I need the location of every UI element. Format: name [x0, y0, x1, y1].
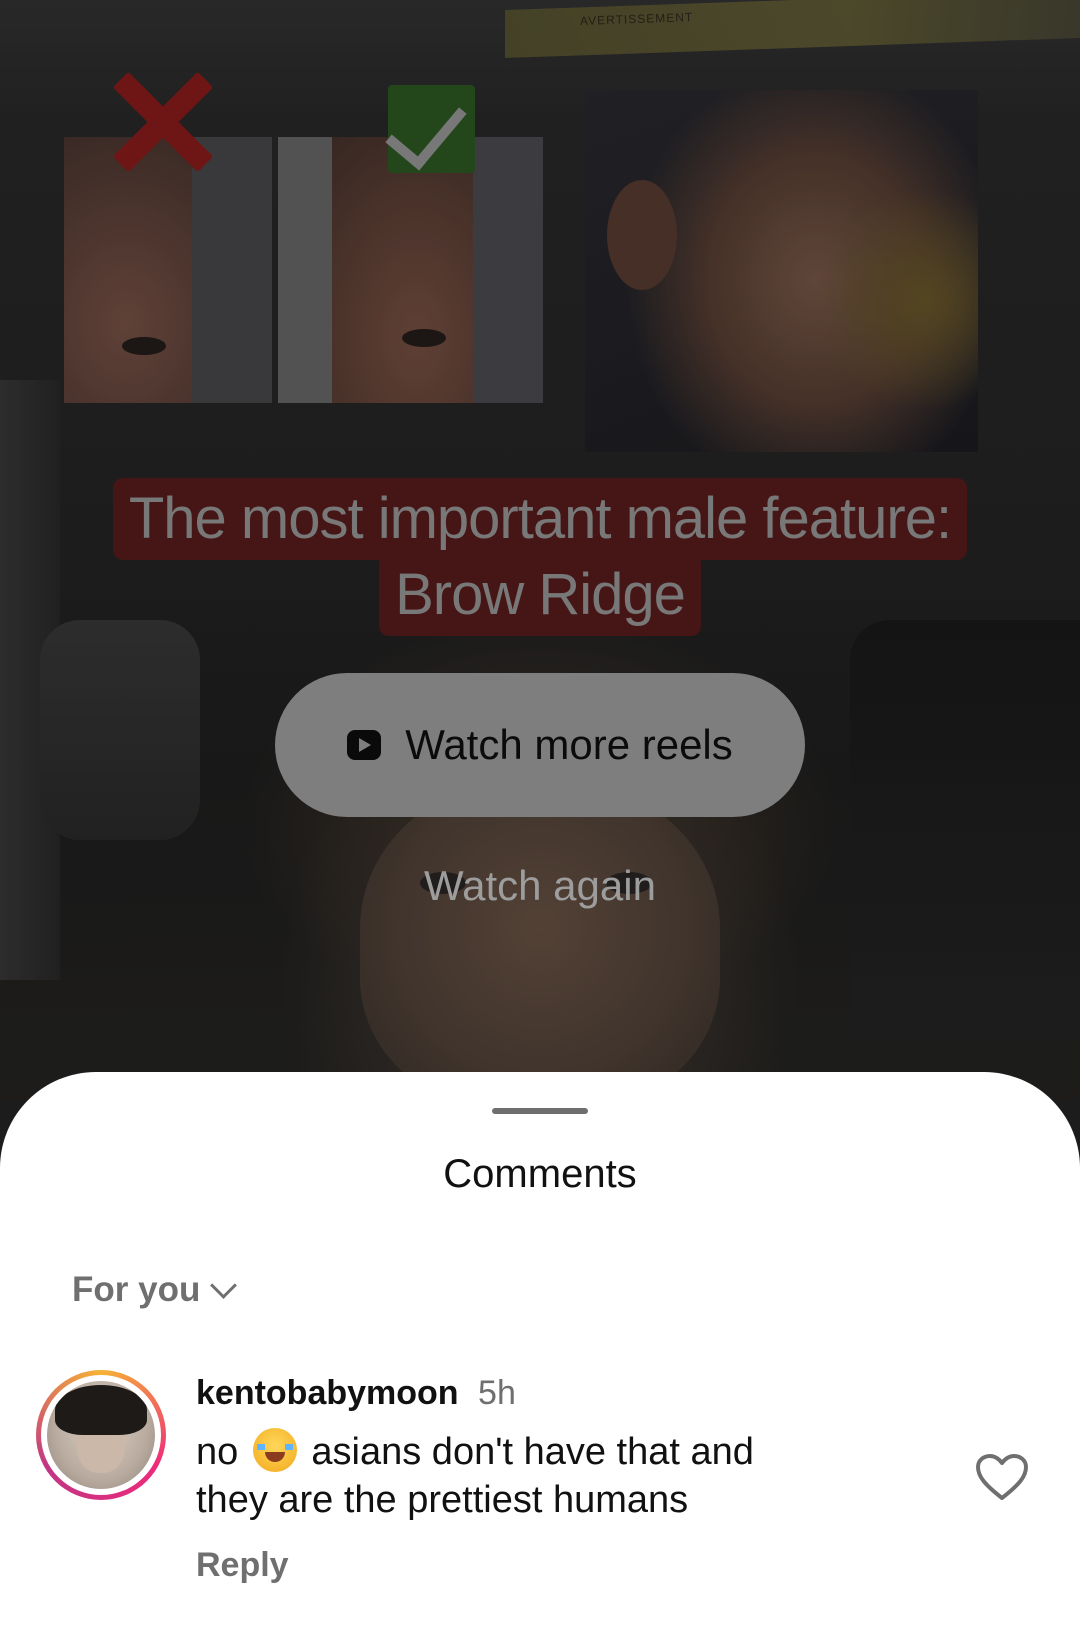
end-screen-overlay	[0, 0, 1080, 1100]
comment-sort-dropdown[interactable]: For you	[72, 1270, 238, 1310]
heart-outline-icon[interactable]	[976, 1454, 1028, 1502]
sort-label: For you	[72, 1270, 201, 1309]
avatar	[47, 1381, 155, 1489]
reel-play-icon	[347, 730, 382, 760]
watch-more-label: Watch more reels	[405, 721, 733, 768]
watch-again-link[interactable]: Watch again	[0, 862, 1080, 910]
comment-username[interactable]: kentobabymoon	[196, 1374, 459, 1412]
sheet-drag-handle[interactable]	[492, 1108, 588, 1114]
comment-body: no asians don't have that and they are t…	[196, 1428, 836, 1524]
reel-video[interactable]: AVERTISSEMENT The most important male fe…	[0, 0, 1080, 1100]
laughing-tears-emoji-icon	[252, 1428, 297, 1472]
avatar-story-ring[interactable]	[36, 1370, 166, 1500]
comment-timestamp: 5h	[478, 1374, 516, 1412]
comments-title: Comments	[443, 1152, 637, 1196]
chevron-down-icon	[210, 1271, 238, 1299]
comment-item: kentobabymoon 5h no asians don't have th…	[36, 1370, 1046, 1630]
watch-more-reels-button[interactable]: Watch more reels	[275, 673, 805, 817]
reply-button[interactable]: Reply	[196, 1546, 289, 1585]
comments-sheet: Comments For you kentobabymoon 5h no asi…	[0, 1072, 1080, 1632]
comment-header: kentobabymoon 5h	[196, 1374, 516, 1413]
